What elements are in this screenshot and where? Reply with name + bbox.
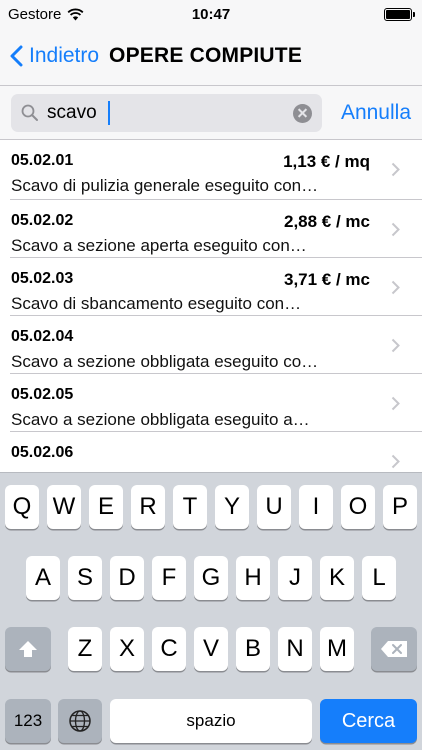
key-h[interactable]: H (236, 556, 270, 600)
numbers-key[interactable]: 123 (5, 699, 51, 743)
navigation-bar: Indietro OPERE COMPIUTE (0, 34, 422, 78)
chevron-right-icon (391, 396, 400, 411)
key-c[interactable]: C (152, 627, 186, 671)
key-e[interactable]: E (89, 485, 123, 529)
chevron-right-icon (391, 280, 400, 295)
item-code: 05.02.03 (11, 270, 74, 287)
chevron-right-icon (391, 338, 400, 353)
key-v[interactable]: V (194, 627, 228, 671)
key-i[interactable]: I (299, 485, 333, 529)
shift-icon (19, 641, 37, 657)
item-code: 05.02.06 (11, 444, 74, 461)
search-bar: Annulla (0, 86, 422, 140)
search-input[interactable] (47, 101, 267, 124)
search-key[interactable]: Cerca (320, 699, 417, 743)
list-item[interactable]: 05.02.02 2,88 € / mc Scavo a sezione ape… (10, 200, 422, 258)
cancel-button[interactable]: Annulla (341, 101, 411, 125)
key-o[interactable]: O (341, 485, 375, 529)
battery-icon (384, 8, 415, 21)
key-k[interactable]: K (320, 556, 354, 600)
page-title: OPERE COMPIUTE (109, 44, 303, 67)
back-button[interactable]: Indietro (0, 44, 99, 68)
chevron-left-icon (10, 45, 23, 67)
key-n[interactable]: N (278, 627, 312, 671)
key-y[interactable]: Y (215, 485, 249, 529)
key-m[interactable]: M (320, 627, 354, 671)
key-f[interactable]: F (152, 556, 186, 600)
list-item[interactable]: 05.02.04 Scavo a sezione obbligata esegu… (10, 316, 422, 374)
globe-key[interactable] (58, 699, 102, 743)
item-description: Scavo a sezione obbligata eseguito co… (11, 352, 319, 371)
status-time: 10:47 (191, 6, 231, 23)
key-g[interactable]: G (194, 556, 228, 600)
key-l[interactable]: L (362, 556, 396, 600)
item-price: 1,13 € / mq (283, 152, 370, 171)
backspace-key[interactable] (371, 627, 417, 671)
item-description: Scavo di sbancamento eseguito con… (11, 294, 302, 313)
key-q[interactable]: Q (5, 485, 39, 529)
item-description: Scavo a sezione aperta eseguito con… (11, 236, 307, 255)
list-item[interactable]: 05.02.03 3,71 € / mc Scavo di sbancament… (10, 258, 422, 316)
list-item[interactable]: 05.02.05 Scavo a sezione obbligata esegu… (10, 374, 422, 432)
keyboard: Q W E R T Y U I O P A S D F G H J K L Z … (0, 472, 422, 750)
status-bar: Gestore 10:47 (0, 0, 422, 30)
key-p[interactable]: P (383, 485, 417, 529)
key-j[interactable]: J (278, 556, 312, 600)
item-code: 05.02.01 (11, 152, 74, 169)
list-item[interactable]: 05.02.01 1,13 € / mq Scavo di pulizia ge… (10, 140, 422, 200)
key-a[interactable]: A (26, 556, 60, 600)
top-bar: Gestore 10:47 Indietro OPERE COMPIUTE (0, 0, 422, 86)
key-u[interactable]: U (257, 485, 291, 529)
back-button-label: Indietro (29, 44, 100, 67)
space-key[interactable]: spazio (110, 699, 312, 743)
key-t[interactable]: T (173, 485, 207, 529)
key-d[interactable]: D (110, 556, 144, 600)
key-b[interactable]: B (236, 627, 270, 671)
key-x[interactable]: X (110, 627, 144, 671)
key-r[interactable]: R (131, 485, 165, 529)
clear-search-icon[interactable] (293, 103, 312, 123)
item-code: 05.02.04 (11, 328, 74, 345)
item-price: 3,71 € / mc (283, 270, 370, 289)
key-z[interactable]: Z (68, 627, 102, 671)
text-caret (108, 100, 110, 125)
results-list: 05.02.01 1,13 € / mq Scavo di pulizia ge… (0, 140, 422, 472)
list-item[interactable]: 05.02.06 (10, 432, 422, 472)
chevron-right-icon (391, 162, 400, 177)
item-description: Scavo di pulizia generale eseguito con… (11, 176, 319, 195)
item-code: 05.02.02 (11, 212, 74, 229)
item-code: 05.02.05 (11, 386, 74, 403)
key-w[interactable]: W (47, 485, 81, 529)
chevron-right-icon (391, 454, 400, 469)
item-price: 2,88 € / mc (283, 212, 370, 231)
search-field[interactable] (11, 93, 322, 132)
chevron-right-icon (391, 222, 400, 237)
globe-icon (69, 710, 91, 732)
item-description: Scavo a sezione obbligata eseguito a… (11, 410, 310, 429)
backspace-icon (381, 641, 407, 657)
search-icon (21, 104, 38, 121)
key-s[interactable]: S (68, 556, 102, 600)
shift-key[interactable] (5, 627, 51, 671)
